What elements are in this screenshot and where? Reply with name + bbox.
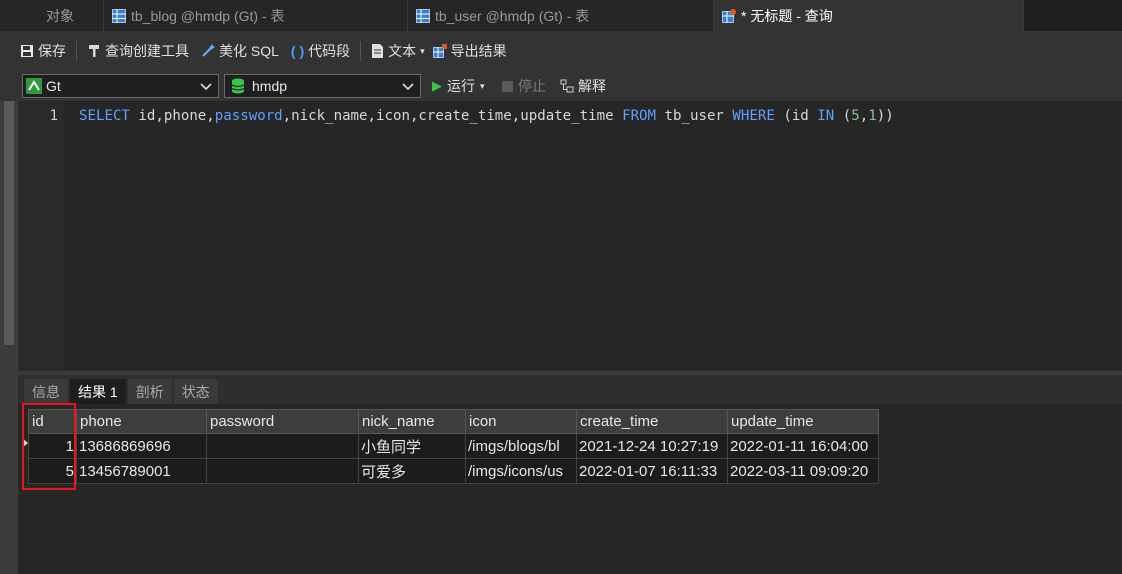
cell-nick-name[interactable]: 可爱多 [358,458,466,484]
table-icon [416,8,430,23]
sql-text: id,phone, [129,108,215,124]
table-row[interactable]: 5 13456789001 可爱多 /imgs/icons/us 2022-01… [28,458,879,484]
tab-objects[interactable]: 对象 [0,0,104,31]
sql-text: tb_user [656,108,733,124]
tab-bar: 对象 tb_blog @hmdp (Gt) - 表 tb_user @hmdp … [0,0,1122,31]
chevron-down-icon [200,83,212,91]
tab-info[interactable]: 信息 [24,379,68,404]
tab-label: tb_user @hmdp (Gt) - 表 [435,7,590,24]
sql-text: ,nick_name,icon,create_time,update_time [282,108,623,124]
sql-text: ( [834,108,852,124]
tab-tb-blog[interactable]: tb_blog @hmdp (Gt) - 表 [104,0,408,31]
server-icon [26,78,42,94]
explain-icon [560,79,574,93]
sql-text: , [859,108,869,124]
play-icon: ▶ [432,78,442,93]
sql-text: (id [774,108,818,124]
toolbar-divider [360,41,362,61]
cell-create-time[interactable]: 2021-12-24 10:27:19 [576,433,728,459]
cell-icon[interactable]: /imgs/icons/us [465,458,577,484]
magic-wand-icon [202,44,215,57]
cell-update-time[interactable]: 2022-01-11 16:04:00 [727,433,879,459]
export-results-button[interactable]: 导出结果 [431,37,513,65]
toolbar-divider [76,41,77,61]
tab-label: * 无标题 - 查询 [741,7,833,24]
beautify-sql-button[interactable]: 美化 SQL [195,37,285,65]
stop-icon [502,80,513,92]
cell-icon[interactable]: /imgs/blogs/bl [465,433,577,459]
dropdown-arrow-icon: ▾ [480,80,485,91]
line-number: 1 [49,108,58,124]
cell-nick-name[interactable]: 小鱼同学 [358,433,466,459]
query-toolbar: 保存 查询创建工具 美化 SQL ( ) 代码段 文本 ▾ 导出结果 [0,31,1122,71]
highlight-box-id-column [22,403,76,490]
tab-result-1[interactable]: 结果 1 [70,379,126,404]
hammer-icon [89,45,99,57]
cell-phone[interactable]: 13686869696 [76,433,207,459]
left-scrollbar[interactable] [0,101,18,574]
table-icon [112,8,126,23]
query-icon [722,8,736,23]
document-icon [372,44,384,58]
tab-label: tb_blog @hmdp (Gt) - 表 [131,7,285,24]
database-select[interactable]: hmdp [224,74,421,98]
cell-password[interactable] [206,433,359,459]
tab-status[interactable]: 状态 [173,379,218,404]
database-icon [231,78,245,94]
tab-untitled-query[interactable]: * 无标题 - 查询 [714,0,1024,31]
server-select[interactable]: Gt [22,74,219,98]
save-button[interactable]: 保存 [14,37,72,65]
column-header-nick-name[interactable]: nick_name [358,409,466,434]
line-number-gutter: 1 [18,101,63,371]
sql-code-line[interactable]: SELECT id,phone,password,nick_name,icon,… [79,108,894,124]
export-icon [432,44,447,58]
sql-keyword: FROM [622,108,657,124]
column-header-phone[interactable]: phone [76,409,207,434]
text-mode-dropdown[interactable]: 文本 ▾ [365,37,431,65]
tab-profile[interactable]: 剖析 [127,379,172,404]
cell-create-time[interactable]: 2022-01-07 16:11:33 [576,458,728,484]
column-header-update-time[interactable]: update_time [727,409,879,434]
tab-label: 对象 [46,7,74,24]
scrollbar-thumb[interactable] [4,101,14,345]
header-row: id phone password nick_name icon create_… [28,409,879,434]
sql-text: )) [876,108,894,124]
result-tabs: 信息 结果 1 剖析 状态 [18,375,1122,404]
save-icon [21,45,33,57]
explain-button[interactable]: 解释 [554,72,612,100]
results-panel: id phone password nick_name icon create_… [18,404,1122,574]
sql-keyword: WHERE [732,108,775,124]
column-header-create-time[interactable]: create_time [576,409,728,434]
chevron-down-icon [402,83,414,91]
sql-keyword: IN [817,108,835,124]
cell-password[interactable] [206,458,359,484]
column-header-password[interactable]: password [206,409,359,434]
dropdown-arrow-icon: ▾ [420,45,425,56]
column-header-icon[interactable]: icon [465,409,577,434]
sql-keyword: password [214,108,283,124]
parentheses-icon: ( ) [290,43,305,59]
sql-editor[interactable]: 1 SELECT id,phone,password,nick_name,ico… [18,101,1122,371]
query-builder-button[interactable]: 查询创建工具 [81,37,195,65]
sql-keyword: SELECT [79,108,130,124]
sql-number: 5 [851,108,860,124]
stop-button[interactable]: 停止 [496,72,552,100]
table-row[interactable]: 1 13686869696 小鱼同学 /imgs/blogs/bl 2021-1… [28,433,879,459]
sql-number: 1 [868,108,877,124]
results-grid: id phone password nick_name icon create_… [28,409,879,484]
code-snippet-button[interactable]: ( ) 代码段 [285,37,356,65]
cell-phone[interactable]: 13456789001 [76,458,207,484]
run-button[interactable]: ▶ 运行 ▾ [426,72,491,100]
cell-update-time[interactable]: 2022-03-11 09:09:20 [727,458,879,484]
tab-tb-user[interactable]: tb_user @hmdp (Gt) - 表 [408,0,714,31]
connection-toolbar: Gt hmdp ▶ 运行 ▾ 停止 解释 [0,71,1122,101]
